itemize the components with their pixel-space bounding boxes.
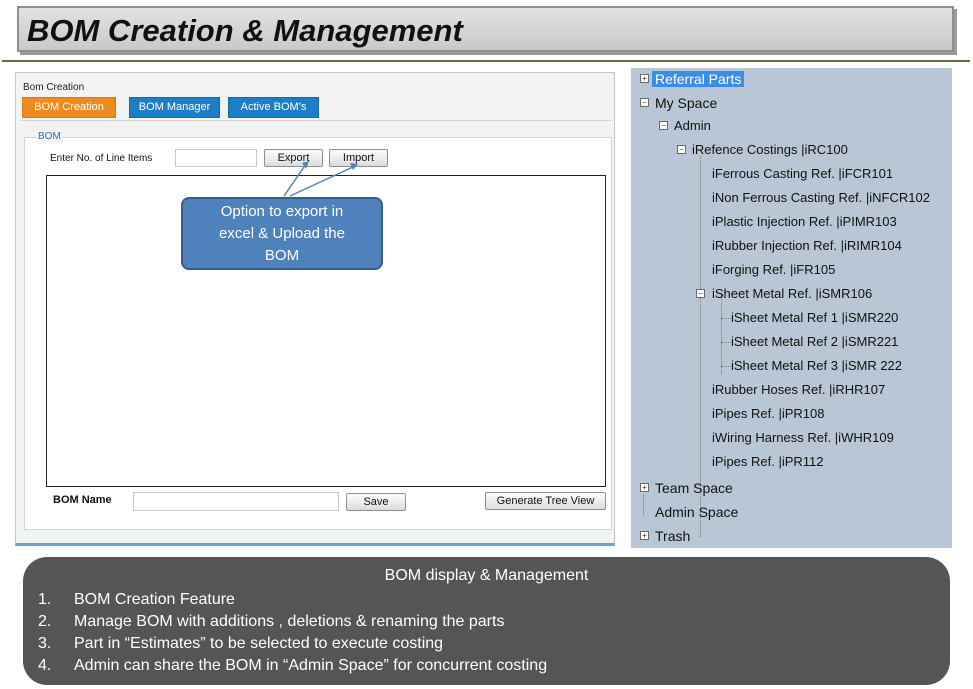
list-number: 2. <box>38 613 52 630</box>
tree-connector <box>643 495 644 515</box>
collapse-icon[interactable]: − <box>696 289 705 298</box>
tree-node-admin-space[interactable]: Admin Space <box>655 504 738 520</box>
tree-node-item[interactable]: iPipes Ref. |iPR112 <box>712 454 824 470</box>
tree-connector <box>721 294 722 374</box>
tree-node-item[interactable]: iFerrous Casting Ref. |iFCR101 <box>712 166 893 182</box>
bom-name-label: BOM Name <box>53 494 112 506</box>
tree-node-my-space[interactable]: My Space <box>655 95 717 111</box>
slide-title-bar: BOM Creation & Management <box>17 6 954 52</box>
title-divider <box>2 60 970 62</box>
callout-line-3: BOM <box>264 247 300 264</box>
tree-node-item[interactable]: iRubber Hoses Ref. |iRHR107 <box>712 382 885 398</box>
list-text: BOM Creation Feature <box>74 591 235 608</box>
expand-icon[interactable]: + <box>640 74 649 83</box>
line-items-label: Enter No. of Line Items <box>50 153 153 164</box>
line-items-input[interactable] <box>175 149 257 167</box>
tree-node-item[interactable]: iWiring Harness Ref. |iWHR109 <box>712 430 894 446</box>
expand-icon[interactable]: + <box>640 483 649 492</box>
list-text: Admin can share the BOM in “Admin Space”… <box>74 657 548 674</box>
tree-node-item[interactable]: iPlastic Injection Ref. |iPIMR103 <box>712 214 897 230</box>
list-text: Manage BOM with additions , deletions & … <box>74 613 505 630</box>
generate-tree-view-button[interactable]: Generate Tree View <box>485 492 606 510</box>
tree-node-subitem[interactable]: iSheet Metal Ref 2 |iSMR221 <box>731 334 898 350</box>
collapse-icon[interactable]: − <box>677 145 686 154</box>
tree-node-item[interactable]: iNon Ferrous Casting Ref. |iNFCR102 <box>712 190 930 206</box>
list-number: 1. <box>38 591 52 608</box>
tree-connector <box>721 318 731 319</box>
summary-title: BOM display & Management <box>384 567 589 584</box>
tree-node-team-space[interactable]: Team Space <box>655 480 733 496</box>
tree-node-referral-parts[interactable]: Referral Parts <box>652 71 745 87</box>
tab-active-boms[interactable]: Active BOM's <box>228 97 319 118</box>
collapse-icon[interactable]: − <box>640 98 649 107</box>
tab-bom-manager[interactable]: BOM Manager <box>129 97 220 118</box>
space-tree: + Referral Parts − My Space − Admin − iR… <box>631 68 952 548</box>
tree-node-subitem[interactable]: iSheet Metal Ref 1 |iSMR220 <box>731 310 898 326</box>
tree-node-subitem[interactable]: iSheet Metal Ref 3 |iSMR 222 <box>731 358 902 374</box>
callout-line-2: excel & Upload the <box>219 225 345 242</box>
tree-connector <box>721 342 731 343</box>
bom-creation-window: Bom Creation BOM Creation BOM Manager Ac… <box>15 72 615 546</box>
tree-node-item[interactable]: iRubber Injection Ref. |iRIMR104 <box>712 238 902 254</box>
expand-icon[interactable]: + <box>640 531 649 540</box>
tab-strip: BOM Creation BOM Manager Active BOM's <box>21 97 611 121</box>
tree-node-admin[interactable]: Admin <box>674 118 711 134</box>
tree-node-sheet-metal[interactable]: iSheet Metal Ref. |iSMR106 <box>712 286 872 302</box>
tree-node-item[interactable]: iForging Ref. |iFR105 <box>712 262 835 278</box>
list-text: Part in “Estimates” to be selected to ex… <box>74 635 444 652</box>
tree-node-item[interactable]: iPipes Ref. |iPR108 <box>712 406 825 422</box>
bom-name-input[interactable] <box>133 492 339 511</box>
callout-line-1: Option to export in <box>220 203 344 220</box>
save-button[interactable]: Save <box>346 493 406 511</box>
export-import-callout: Option to export in excel & Upload the B… <box>181 197 383 270</box>
tree-node-reference-costings[interactable]: iRefence Costings |iRC100 <box>692 142 848 158</box>
list-number: 3. <box>38 635 52 652</box>
window-title: Bom Creation <box>23 82 85 93</box>
list-number: 4. <box>38 657 52 674</box>
slide-title: BOM Creation & Management <box>27 13 463 48</box>
tab-bom-creation[interactable]: BOM Creation <box>22 97 116 118</box>
summary-box: BOM display & Management 1. BOM Creation… <box>23 557 950 685</box>
collapse-icon[interactable]: − <box>659 121 668 130</box>
export-button[interactable]: Export <box>264 149 323 167</box>
tree-connector <box>721 366 731 367</box>
import-button[interactable]: Import <box>329 149 388 167</box>
bom-group-legend: BOM <box>36 131 63 142</box>
tree-node-trash[interactable]: Trash <box>655 528 690 544</box>
